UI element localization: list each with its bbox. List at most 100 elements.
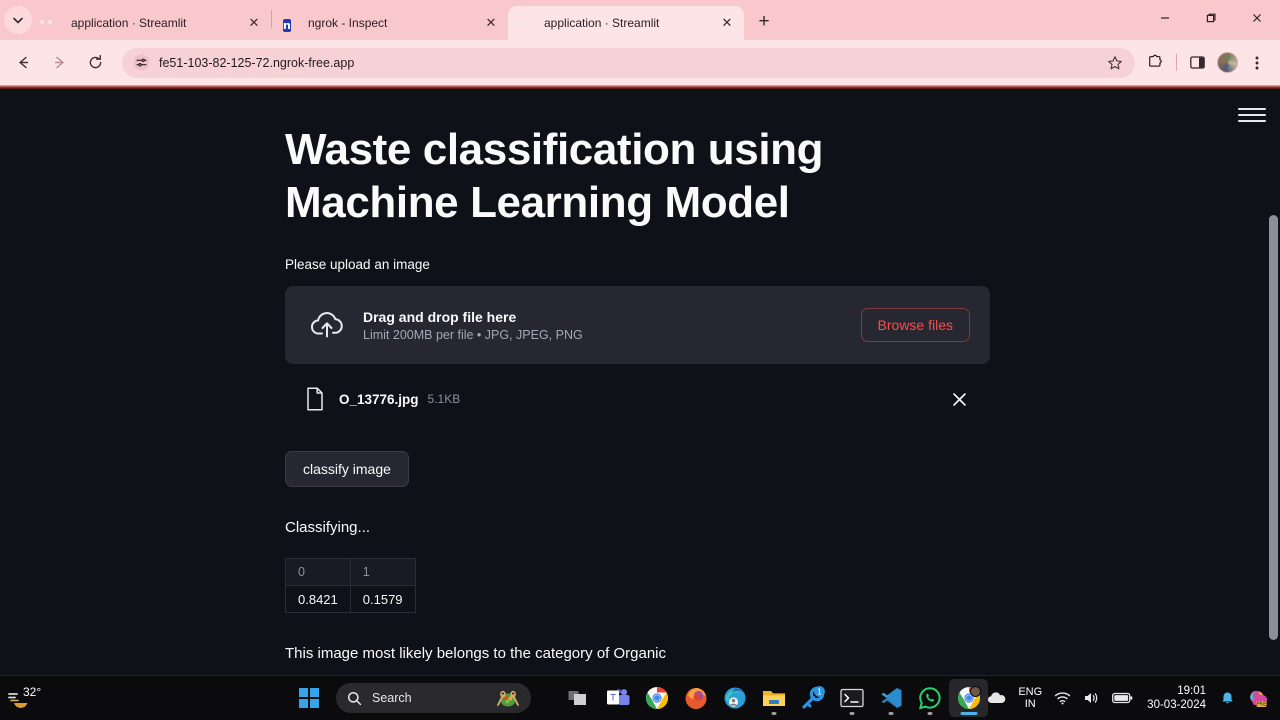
minimize-button[interactable] bbox=[1142, 0, 1188, 36]
classify-image-button[interactable]: classify image bbox=[285, 451, 409, 488]
page-scrollbar[interactable] bbox=[1266, 89, 1280, 675]
browser-tab-2[interactable]: n ngrok - Inspect ✕ bbox=[272, 6, 508, 40]
tab-strip: application · Streamlit ✕ n ngrok - Insp… bbox=[0, 0, 1280, 40]
microsoft-teams-icon: T bbox=[606, 689, 629, 705]
key-badge-count: 1 bbox=[817, 688, 822, 697]
file-icon bbox=[305, 387, 325, 412]
taskbar-app-vs-code[interactable] bbox=[871, 679, 910, 717]
taskbar-app-google-chrome[interactable] bbox=[637, 679, 676, 717]
key-icon: 1 bbox=[801, 686, 825, 709]
upload-label: Please upload an image bbox=[285, 257, 430, 273]
tab-close-button[interactable]: ✕ bbox=[718, 14, 736, 32]
weather-widget[interactable]: 32° bbox=[6, 685, 101, 711]
notifications-bell-icon[interactable] bbox=[1214, 678, 1241, 718]
side-panel-icon[interactable] bbox=[1182, 48, 1212, 78]
taskbar-app-task-view[interactable] bbox=[559, 679, 598, 717]
maximize-icon bbox=[1206, 13, 1216, 23]
battery-icon[interactable] bbox=[1106, 678, 1139, 718]
probabilities-table: 0 1 0.8421 0.1579 bbox=[285, 558, 416, 614]
table-header-row: 0 1 bbox=[285, 558, 416, 587]
window-controls bbox=[1142, 0, 1280, 40]
tab-close-button[interactable]: ✕ bbox=[245, 14, 263, 32]
taskbar-app-microsoft-edge[interactable] bbox=[715, 679, 754, 717]
close-icon bbox=[952, 393, 966, 406]
extensions-icon[interactable] bbox=[1141, 48, 1171, 78]
browser-tab-3-active[interactable]: application · Streamlit ✕ bbox=[508, 6, 744, 40]
language-indicator[interactable]: ENG IN bbox=[1012, 678, 1048, 718]
arrow-right-icon bbox=[54, 56, 64, 69]
uploader-texts: Drag and drop file here Limit 200MB per … bbox=[363, 309, 861, 342]
profile-avatar[interactable] bbox=[1212, 48, 1242, 78]
taskbar-search-box[interactable]: Search bbox=[336, 683, 531, 713]
site-settings-icon[interactable] bbox=[133, 54, 150, 71]
close-button[interactable] bbox=[1234, 0, 1280, 36]
mozilla-firefox-icon bbox=[685, 688, 706, 709]
search-placeholder: Search bbox=[372, 691, 412, 705]
toolbar-divider bbox=[1176, 54, 1177, 71]
clock-date: 30-03-2024 bbox=[1147, 699, 1206, 711]
taskbar-app-key[interactable]: 1 bbox=[793, 679, 832, 717]
tab-title: application · Streamlit bbox=[544, 16, 660, 30]
system-tray: ENG IN 19:01 30-03-2024 PRE bbox=[955, 678, 1280, 718]
forward-button[interactable] bbox=[44, 48, 74, 78]
windows-logo-icon bbox=[298, 687, 320, 709]
browser-tab-1[interactable]: application · Streamlit ✕ bbox=[35, 6, 271, 40]
tab-close-button[interactable]: ✕ bbox=[482, 14, 500, 32]
app-content: Waste classification using Machine Learn… bbox=[0, 85, 1280, 662]
search-icon bbox=[347, 691, 362, 705]
scrollbar-thumb[interactable] bbox=[1269, 215, 1278, 640]
taskbar-app-microsoft-teams[interactable]: T bbox=[598, 679, 637, 717]
copilot-icon[interactable]: PRE bbox=[1241, 678, 1275, 718]
taskbar-app-file-explorer[interactable] bbox=[754, 679, 793, 717]
uploaded-file-row: O_13776.jpg 5.1KB bbox=[285, 380, 990, 418]
weather-temperature: 32° bbox=[23, 685, 42, 699]
back-button[interactable] bbox=[8, 48, 38, 78]
classifying-status: Classifying... bbox=[285, 519, 371, 537]
google-chrome-icon bbox=[645, 687, 668, 709]
url-text: fe51-103-82-125-72.ngrok-free.app bbox=[159, 55, 355, 70]
remove-file-button[interactable] bbox=[948, 388, 970, 410]
tab-search-button[interactable] bbox=[4, 6, 32, 34]
ngrok-icon: n bbox=[283, 19, 291, 32]
column-header-0: 0 bbox=[285, 558, 351, 587]
upload-limit-text: Limit 200MB per file • JPG, JPEG, PNG bbox=[363, 327, 583, 342]
new-tab-button[interactable]: + bbox=[750, 8, 778, 36]
arrow-left-icon bbox=[18, 56, 28, 69]
file-uploader-dropzone[interactable]: Drag and drop file here Limit 200MB per … bbox=[285, 286, 990, 365]
start-button[interactable] bbox=[292, 681, 326, 715]
volume-icon[interactable] bbox=[1077, 678, 1106, 718]
microsoft-edge-icon bbox=[724, 687, 745, 709]
terminal-icon bbox=[839, 688, 864, 708]
close-icon bbox=[1253, 14, 1261, 22]
cloud-upload-icon bbox=[305, 303, 349, 347]
tab-title: ngrok - Inspect bbox=[308, 16, 388, 30]
taskbar-app-mozilla-firefox[interactable] bbox=[676, 679, 715, 717]
google-chrome-icon bbox=[957, 686, 981, 709]
address-bar[interactable]: fe51-103-82-125-72.ngrok-free.app bbox=[122, 47, 1135, 78]
classification-result: This image most likely belongs to the ca… bbox=[285, 645, 667, 663]
taskbar-app-terminal[interactable] bbox=[832, 679, 871, 717]
language-code: ENG bbox=[1018, 685, 1043, 698]
bookmark-star-icon[interactable] bbox=[1103, 51, 1127, 75]
minimize-icon bbox=[1161, 17, 1169, 19]
taskbar-app-whatsapp[interactable] bbox=[910, 679, 949, 717]
wifi-icon[interactable] bbox=[1048, 678, 1077, 718]
windows-taskbar: 32° Search T 1 ENG IN 19:01 30-03-2024 P… bbox=[0, 675, 1280, 720]
streamlit-menu-icon[interactable] bbox=[1238, 104, 1266, 126]
tab-title: application · Streamlit bbox=[71, 16, 187, 30]
reload-icon bbox=[89, 54, 101, 69]
reload-button[interactable] bbox=[80, 48, 110, 78]
chrome-menu-icon[interactable] bbox=[1242, 48, 1272, 78]
file-explorer-icon bbox=[762, 691, 785, 706]
taskbar-apps: T 1 bbox=[559, 679, 988, 717]
taskbar-app-chrome-active[interactable] bbox=[949, 679, 988, 717]
uploaded-file-name: O_13776.jpg bbox=[339, 391, 419, 407]
salad-illustration-icon bbox=[493, 686, 523, 710]
maximize-button[interactable] bbox=[1188, 0, 1234, 36]
region-code: IN bbox=[1024, 698, 1036, 710]
table-row: 0.8421 0.1579 bbox=[285, 585, 416, 614]
browse-files-button[interactable]: Browse files bbox=[860, 308, 970, 343]
browser-toolbar: fe51-103-82-125-72.ngrok-free.app bbox=[0, 40, 1280, 85]
drag-drop-text: Drag and drop file here bbox=[363, 308, 517, 325]
taskbar-clock[interactable]: 19:01 30-03-2024 bbox=[1139, 684, 1214, 712]
